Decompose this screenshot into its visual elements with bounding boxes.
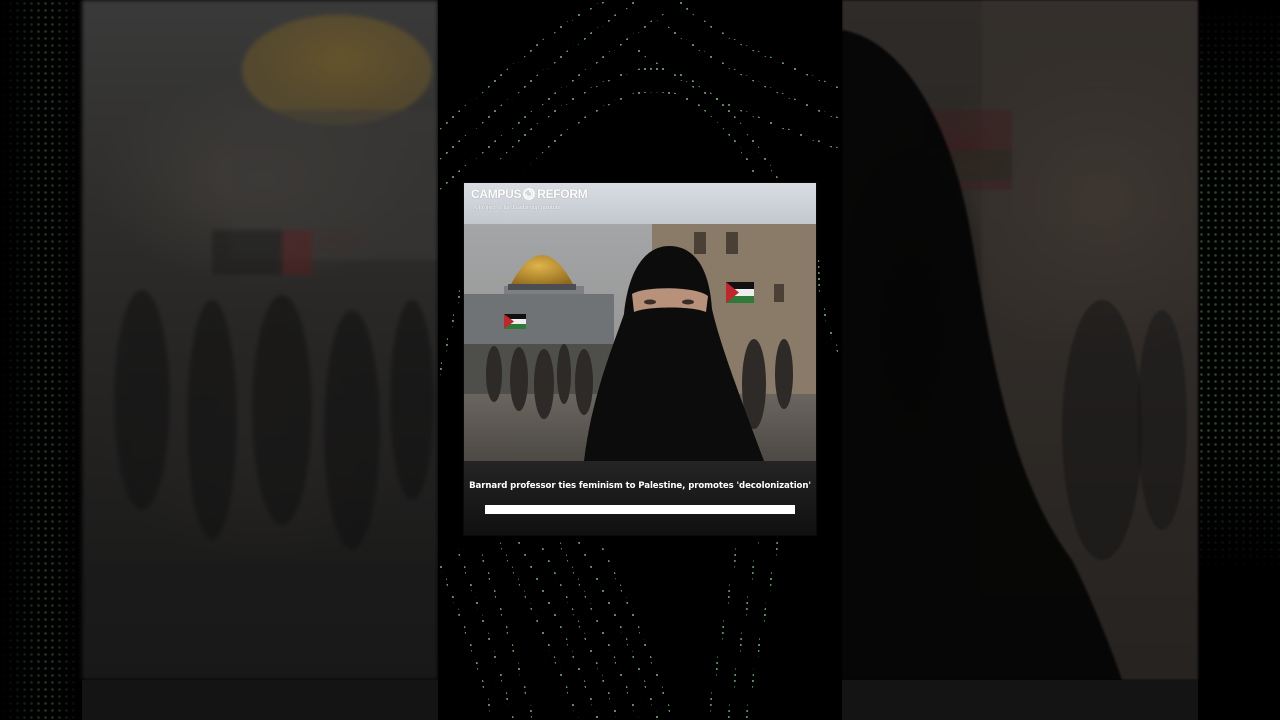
dot-pattern-left	[0, 0, 82, 720]
blurred-background-right-footer	[842, 680, 1198, 720]
blurred-background-right	[842, 0, 1198, 680]
blurred-background-left	[82, 0, 438, 680]
progress-bar	[485, 505, 795, 514]
progress-bar-fill	[485, 505, 795, 514]
campus-reform-swirl-icon	[523, 188, 536, 200]
blurred-background-left-footer	[82, 680, 438, 720]
news-card: CAMPUS REFORM A Project of the Leadershi…	[464, 183, 816, 535]
article-headline: Barnard professor ties feminism to Pales…	[469, 481, 811, 491]
logo-text-left: CAMPUS	[471, 187, 522, 201]
dot-pattern-right	[1198, 0, 1280, 720]
article-photo-graphic	[464, 224, 816, 461]
video-frame: CAMPUS REFORM A Project of the Leadershi…	[0, 0, 1280, 720]
campus-reform-logo: CAMPUS REFORM A Project of the Leadershi…	[471, 187, 588, 217]
logo-wordmark: CAMPUS REFORM	[471, 187, 588, 201]
card-header: CAMPUS REFORM A Project of the Leadershi…	[464, 183, 816, 224]
logo-tagline: A Project of the Leadership Institute	[473, 205, 561, 211]
blurred-scene-left-graphic	[82, 15, 438, 680]
caption-area: Barnard professor ties feminism to Pales…	[464, 461, 816, 535]
logo-text-right: REFORM	[537, 187, 588, 201]
article-photo	[464, 224, 816, 461]
blurred-scene-right-graphic	[842, 0, 1198, 680]
